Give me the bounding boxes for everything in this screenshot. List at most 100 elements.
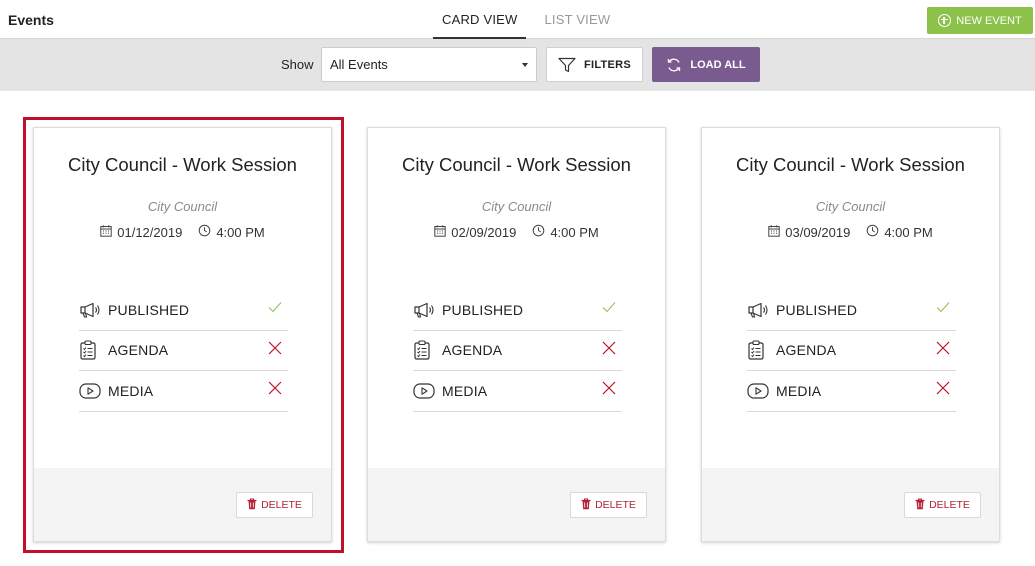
event-date-text: 01/12/2019 (117, 224, 183, 240)
megaphone-icon (413, 301, 435, 319)
status-row-agenda: AGENDA (747, 331, 956, 371)
event-meta: 03/09/2019 4:00 PM (702, 224, 999, 240)
cross-icon (602, 381, 616, 400)
cross-icon (602, 341, 616, 360)
delete-label: DELETE (595, 499, 636, 511)
status-label: AGENDA (776, 342, 837, 359)
check-icon (936, 300, 950, 318)
clipboard-icon (747, 340, 769, 360)
status-row-media: MEDIA (747, 371, 956, 412)
event-body-name: City Council (147, 199, 218, 214)
status-label: MEDIA (108, 382, 154, 399)
event-card[interactable]: City Council - Work Session City Council 0… (33, 127, 332, 542)
cross-icon (268, 341, 282, 360)
plus-circle-icon (938, 14, 952, 27)
status-row-agenda: AGENDA (79, 331, 288, 371)
status-label: PUBLISHED (776, 301, 858, 318)
show-label: Show (281, 57, 314, 72)
delete-label: DELETE (261, 499, 302, 511)
card-footer: DELETE (34, 468, 331, 541)
cross-icon (936, 381, 950, 400)
event-date-text: 03/09/2019 (785, 224, 851, 240)
new-event-label: NEW EVENT (956, 14, 1022, 27)
clock-icon (866, 224, 879, 240)
tab-card-view[interactable]: CARD VIEW (433, 0, 527, 39)
new-event-button[interactable]: NEW EVENT (927, 7, 1033, 34)
event-time-text: 4:00 PM (550, 224, 599, 240)
refresh-icon (668, 58, 681, 71)
play-icon (747, 382, 769, 400)
tab-list-view[interactable]: LIST VIEW (535, 0, 619, 39)
status-list: PUBLISHED AGENDA MEDIA (747, 290, 956, 412)
card-footer: DELETE (368, 468, 665, 541)
status-label: MEDIA (442, 382, 488, 399)
status-row-published: PUBLISHED (413, 290, 622, 331)
event-title[interactable]: City Council - Work Session (368, 154, 665, 176)
load-all-button[interactable]: LOAD ALL (652, 47, 760, 82)
event-body-name: City Council (481, 199, 552, 214)
clipboard-icon (79, 340, 101, 360)
show-select[interactable]: All Events (321, 47, 537, 82)
event-date: 02/09/2019 (434, 225, 516, 240)
status-list: PUBLISHED AGENDA MEDIA (413, 290, 622, 412)
play-icon (79, 382, 101, 400)
check-icon (602, 300, 616, 318)
delete-button[interactable]: DELETE (236, 492, 313, 518)
megaphone-icon (79, 301, 101, 319)
event-time: 4:00 PM (198, 224, 265, 240)
status-row-published: PUBLISHED (79, 290, 288, 331)
event-time: 4:00 PM (532, 224, 599, 240)
view-tabs: CARD VIEW LIST VIEW (433, 0, 619, 39)
clipboard-icon (413, 340, 435, 360)
event-card[interactable]: City Council - Work Session City Council 0… (701, 127, 1000, 542)
clock-icon (198, 224, 211, 240)
event-date: 01/12/2019 (100, 225, 182, 240)
top-header: Events CARD VIEW LIST VIEW NEW EVENT (0, 0, 1035, 39)
event-date-text: 02/09/2019 (451, 224, 517, 240)
caret-down-icon (522, 63, 528, 67)
trash-icon (581, 498, 591, 513)
filter-toolbar: Show All Events FILTERS LOAD ALL (0, 39, 1035, 91)
event-meta: 01/12/2019 4:00 PM (34, 224, 331, 240)
megaphone-icon (747, 301, 769, 319)
delete-button[interactable]: DELETE (570, 492, 647, 518)
card-footer: DELETE (702, 468, 999, 541)
cross-icon (936, 341, 950, 360)
status-list: PUBLISHED AGENDA MEDIA (79, 290, 288, 412)
filters-button[interactable]: FILTERS (546, 47, 643, 82)
status-row-media: MEDIA (79, 371, 288, 412)
event-time-text: 4:00 PM (216, 224, 265, 240)
status-label: MEDIA (776, 382, 822, 399)
status-label: AGENDA (442, 342, 503, 359)
clock-icon (532, 224, 545, 240)
status-row-media: MEDIA (413, 371, 622, 412)
status-row-published: PUBLISHED (747, 290, 956, 331)
show-select-value: All Events (330, 57, 388, 72)
event-meta: 02/09/2019 4:00 PM (368, 224, 665, 240)
load-all-label: LOAD ALL (690, 58, 746, 71)
calendar-icon (434, 224, 446, 240)
event-body-name: City Council (815, 199, 886, 214)
trash-icon (915, 498, 925, 513)
event-date: 03/09/2019 (768, 225, 850, 240)
page-title: Events (8, 12, 54, 28)
calendar-icon (100, 224, 112, 240)
delete-label: DELETE (929, 499, 970, 511)
delete-button[interactable]: DELETE (904, 492, 981, 518)
status-label: AGENDA (108, 342, 169, 359)
check-icon (268, 300, 282, 318)
cross-icon (268, 381, 282, 400)
status-label: PUBLISHED (108, 301, 190, 318)
event-card[interactable]: City Council - Work Session City Council 0… (367, 127, 666, 542)
event-title[interactable]: City Council - Work Session (34, 154, 331, 176)
event-time-text: 4:00 PM (884, 224, 933, 240)
trash-icon (247, 498, 257, 513)
funnel-icon (558, 57, 576, 72)
status-label: PUBLISHED (442, 301, 524, 318)
play-icon (413, 382, 435, 400)
calendar-icon (768, 224, 780, 240)
status-row-agenda: AGENDA (413, 331, 622, 371)
event-time: 4:00 PM (866, 224, 933, 240)
filters-label: FILTERS (583, 58, 632, 71)
event-title[interactable]: City Council - Work Session (702, 154, 999, 176)
